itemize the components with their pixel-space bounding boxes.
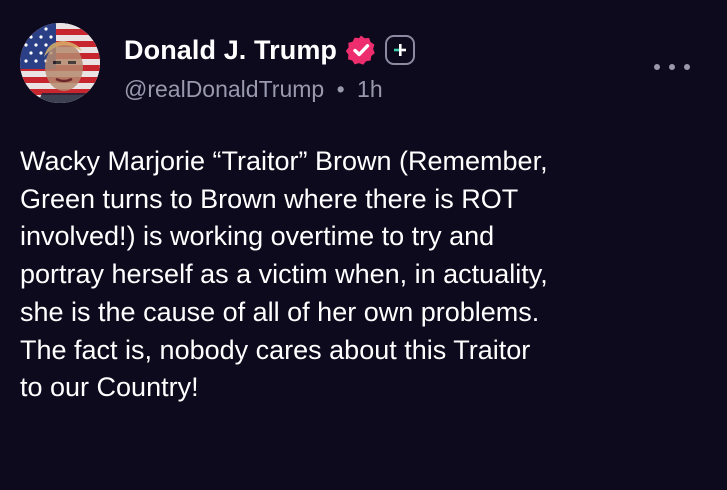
more-options-icon[interactable]	[654, 58, 690, 76]
more-dot	[654, 64, 660, 70]
verified-badge-icon	[345, 34, 377, 66]
author-meta-row: @realDonaldTrump • 1h	[124, 76, 383, 103]
post-body-text: Wacky Marjorie “Traitor” Brown (Remember…	[20, 146, 548, 403]
more-dot	[669, 64, 675, 70]
author-avatar[interactable]	[20, 23, 100, 103]
post-card: Donald J. Trump @realDonaldTrump • 1h Wa…	[0, 0, 727, 490]
avatar-flag-portrait-icon	[20, 23, 100, 103]
author-name-row: Donald J. Trump	[124, 32, 416, 68]
post-timestamp[interactable]: 1h	[357, 76, 383, 102]
meta-separator: •	[336, 76, 345, 102]
author-handle[interactable]: @realDonaldTrump	[124, 76, 324, 102]
author-display-name[interactable]: Donald J. Trump	[124, 35, 337, 66]
more-dot	[684, 64, 690, 70]
plus-badge-icon[interactable]	[385, 35, 416, 65]
